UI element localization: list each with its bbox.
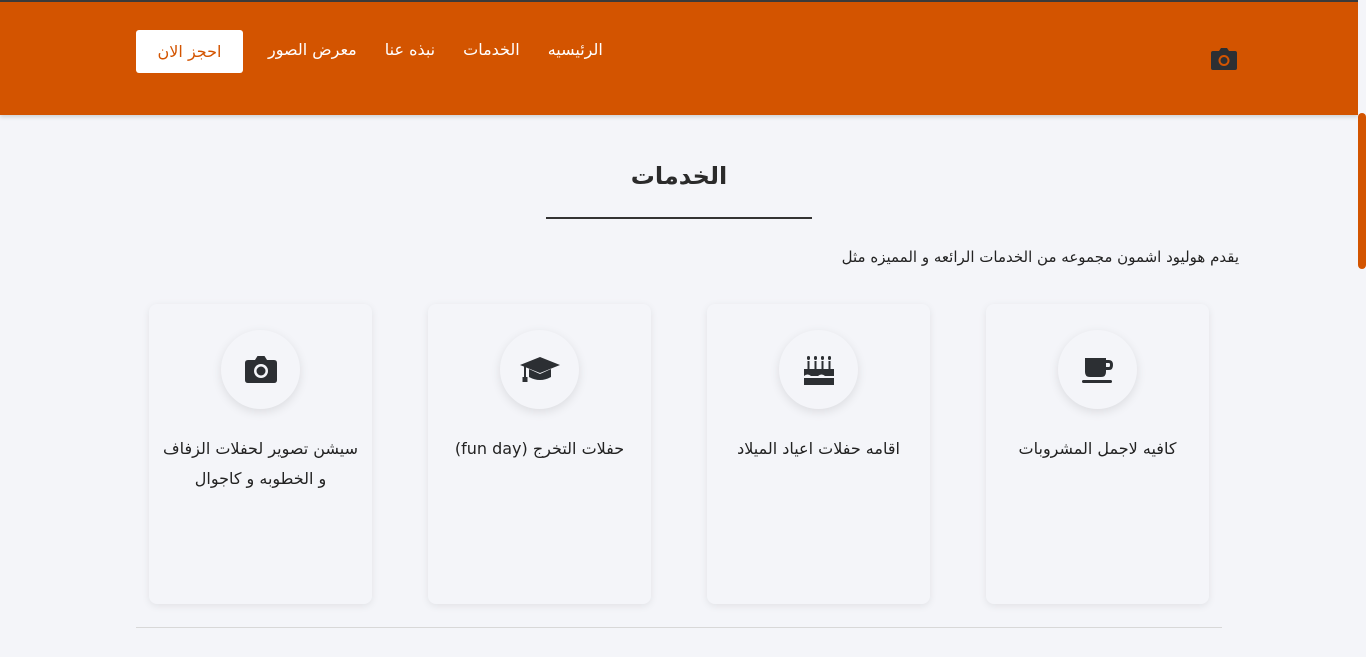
title-underline xyxy=(546,217,812,219)
service-card-text: اقامه حفلات اعياد الميلاد xyxy=(737,439,900,458)
icon-circle xyxy=(779,330,858,409)
camera-icon xyxy=(244,355,278,384)
nav-link-gallery[interactable]: معرض الصور xyxy=(268,40,357,59)
navbar: معرض الصور نبذه عنا الخدمات الرئيسيه احج… xyxy=(0,0,1358,115)
service-cards: سيشن تصوير لحفلات الزفاف و الخطوبه و كاج… xyxy=(149,304,1209,604)
nav-link-home[interactable]: الرئيسيه xyxy=(548,40,603,59)
nav-link-services[interactable]: الخدمات xyxy=(463,40,520,59)
section-title: الخدمات xyxy=(630,162,728,190)
service-card-graduation[interactable]: حفلات التخرج (fun day) xyxy=(428,304,651,604)
service-card-text: سيشن تصوير لحفلات الزفاف و الخطوبه و كاج… xyxy=(163,439,358,488)
icon-circle xyxy=(500,330,579,409)
services-intro: يقدم هوليود اشمون مجموعه من الخدمات الرا… xyxy=(841,248,1239,266)
coffee-cup-icon xyxy=(1081,355,1115,385)
service-card-text: كافيه لاجمل المشروبات xyxy=(1018,439,1177,458)
graduation-cap-icon xyxy=(519,355,561,385)
icon-circle xyxy=(1058,330,1137,409)
service-card-cafe[interactable]: كافيه لاجمل المشروبات xyxy=(986,304,1209,604)
service-card-text: حفلات التخرج (fun day) xyxy=(454,439,625,458)
nav-link-about[interactable]: نبذه عنا xyxy=(385,40,435,59)
service-card-photo-session[interactable]: سيشن تصوير لحفلات الزفاف و الخطوبه و كاج… xyxy=(149,304,372,604)
scrollbar-track[interactable] xyxy=(1358,0,1366,657)
icon-circle xyxy=(221,330,300,409)
camera-icon[interactable] xyxy=(1210,47,1238,71)
birthday-cake-icon xyxy=(802,353,836,387)
page: معرض الصور نبذه عنا الخدمات الرئيسيه احج… xyxy=(0,0,1366,657)
service-card-birthday[interactable]: اقامه حفلات اعياد الميلاد xyxy=(707,304,930,604)
section-divider xyxy=(136,627,1222,628)
scrollbar-thumb[interactable] xyxy=(1358,113,1366,269)
book-now-button[interactable]: احجز الان xyxy=(136,30,243,73)
main-nav: معرض الصور نبذه عنا الخدمات الرئيسيه xyxy=(268,40,603,59)
